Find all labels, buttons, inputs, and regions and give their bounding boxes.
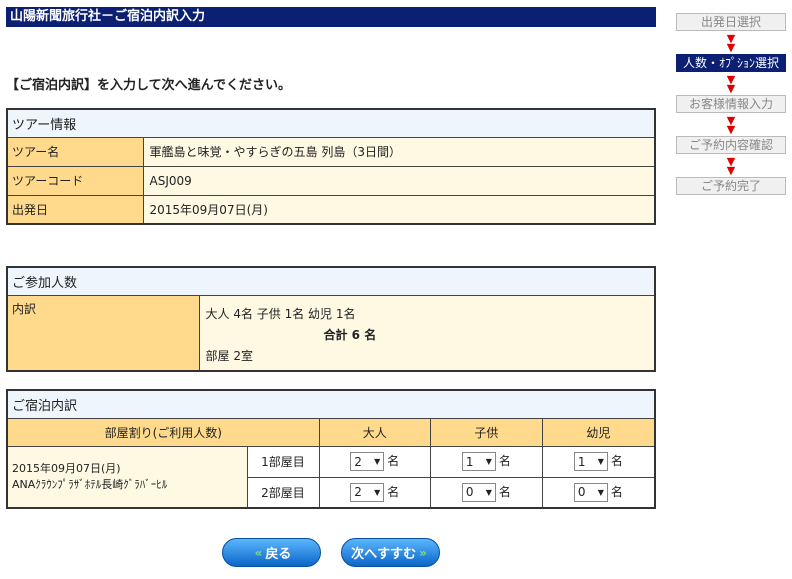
back-button[interactable]: « 戻る bbox=[222, 538, 321, 567]
next-button-label: 次へすすむ bbox=[351, 547, 417, 562]
table-row: 内訳 大人 4名 子供 1名 幼児 1名 合計 6 名 部屋 2室 bbox=[6, 294, 656, 372]
total-text: 合計 6 名 bbox=[323, 327, 377, 342]
stay-date-hotel-cell: 2015年09月07日(月) ANAｸﾗｳﾝﾌﾟﾗｻﾞﾎﾃﾙ長崎ｸﾞﾗﾊﾞｰﾋﾙ bbox=[6, 445, 248, 509]
tour-info-table: ツアー情報 ツアー名 軍艦島と味覚・やすらぎの五島 列島（3日間） ツアーコード… bbox=[6, 108, 656, 225]
unit-label: 名 bbox=[610, 454, 623, 468]
unit-label: 名 bbox=[387, 454, 400, 468]
room-2-infant-select[interactable]: 0 ▼ bbox=[573, 482, 608, 502]
child-header: 子供 bbox=[430, 417, 543, 447]
step-customer-info: お客様情報入力 bbox=[676, 95, 786, 113]
selected-value: 2 bbox=[354, 485, 362, 500]
unit-label: 名 bbox=[387, 484, 400, 499]
step-complete: ご予約完了 bbox=[676, 177, 786, 195]
tour-name-label: ツアー名 bbox=[6, 136, 144, 167]
tour-info-heading: ツアー情報 bbox=[6, 108, 656, 138]
infant-header: 幼児 bbox=[541, 417, 656, 447]
down-arrow-icon: ▼ ▼ bbox=[726, 113, 736, 136]
selected-value: 1 bbox=[577, 454, 586, 469]
down-arrow-icon: ▼ ▼ bbox=[726, 154, 736, 177]
breakdown-label: 内訳 bbox=[6, 294, 200, 372]
table-row: ツアー名 軍艦島と味覚・やすらぎの五島 列島（3日間） bbox=[6, 136, 656, 167]
participants-heading: ご参加人数 bbox=[6, 266, 656, 296]
room-2-child-select[interactable]: 0 ▼ bbox=[461, 482, 496, 502]
departure-date-value: 2015年09月07日(月) bbox=[142, 194, 656, 225]
step-confirm: ご予約内容確認 bbox=[676, 136, 786, 154]
room-allocation-header: 部屋割り(ご利用人数) bbox=[6, 417, 320, 447]
selected-value: 0 bbox=[465, 485, 474, 500]
instruction-text: 【ご宿泊内訳】を入力して次へ進んでください。 bbox=[6, 78, 291, 93]
unit-label: 名 bbox=[498, 454, 511, 468]
table-row: ツアーコード ASJ009 bbox=[6, 165, 656, 196]
selected-value: 0 bbox=[577, 485, 586, 500]
unit-label: 名 bbox=[610, 484, 623, 499]
departure-date-label: 出発日 bbox=[6, 194, 144, 225]
selected-value: 2 bbox=[354, 454, 362, 469]
stay-breakdown-table: ご宿泊内訳 部屋割り(ご利用人数) 大人 子供 幼児 2015年09月07日(月… bbox=[6, 389, 656, 509]
breakdown-cell: 大人 4名 子供 1名 幼児 1名 合計 6 名 部屋 2室 bbox=[198, 294, 656, 372]
back-button-label: 戻る bbox=[265, 547, 292, 562]
room-1-label: 1部屋目 bbox=[246, 445, 320, 478]
chevron-down-icon: ▼ bbox=[597, 457, 604, 466]
chevron-down-icon: ▼ bbox=[374, 457, 381, 466]
progress-steps: 出発日選択 ▼ ▼ 人数・ｵﾌﾟｼｮﾝ選択 ▼ ▼ お客様情報入力 ▼ ▼ ご予約内容… bbox=[676, 13, 786, 195]
step-departure-date: 出発日選択 bbox=[676, 13, 786, 31]
selected-value: 1 bbox=[465, 454, 474, 469]
page-title: 山陽新聞旅行社－ご宿泊内訳入力 bbox=[6, 7, 656, 27]
down-arrow-icon: ▼ ▼ bbox=[726, 72, 736, 95]
double-chevron-left-icon: « bbox=[254, 545, 263, 560]
down-arrow-icon: ▼ ▼ bbox=[726, 31, 736, 54]
hotel-name: ANAｸﾗｳﾝﾌﾟﾗｻﾞﾎﾃﾙ長崎ｸﾞﾗﾊﾞｰﾋﾙ bbox=[12, 477, 168, 491]
chevron-down-icon: ▼ bbox=[485, 457, 492, 466]
room-1-infant-select[interactable]: 1 ▼ bbox=[573, 452, 608, 471]
tour-code-value: ASJ009 bbox=[142, 165, 656, 196]
double-chevron-right-icon: » bbox=[419, 545, 427, 560]
breakdown-text: 大人 4名 子供 1名 幼児 1名 bbox=[205, 306, 356, 321]
room-count-text: 部屋 2室 bbox=[205, 348, 253, 363]
tour-code-label: ツアーコード bbox=[6, 165, 144, 196]
room-1-child-select[interactable]: 1 ▼ bbox=[461, 452, 496, 471]
next-button[interactable]: 次へすすむ » bbox=[341, 538, 440, 567]
chevron-down-icon: ▼ bbox=[485, 487, 492, 497]
step-people-options: 人数・ｵﾌﾟｼｮﾝ選択 bbox=[676, 54, 786, 72]
room-2-adult-select[interactable]: 2 ▼ bbox=[350, 482, 385, 502]
chevron-down-icon: ▼ bbox=[597, 487, 604, 497]
table-row: 2015年09月07日(月) ANAｸﾗｳﾝﾌﾟﾗｻﾞﾎﾃﾙ長崎ｸﾞﾗﾊﾞｰﾋﾙ… bbox=[6, 445, 656, 509]
room-1-adult-select[interactable]: 2 ▼ bbox=[350, 452, 385, 471]
room-2-label: 2部屋目 bbox=[246, 476, 320, 509]
table-row: 出発日 2015年09月07日(月) bbox=[6, 194, 656, 225]
chevron-down-icon: ▼ bbox=[374, 487, 381, 497]
unit-label: 名 bbox=[498, 484, 511, 499]
participants-table: ご参加人数 内訳 大人 4名 子供 1名 幼児 1名 合計 6 名 部屋 2室 bbox=[6, 266, 656, 372]
tour-name-value: 軍艦島と味覚・やすらぎの五島 列島（3日間） bbox=[142, 136, 656, 167]
stay-heading: ご宿泊内訳 bbox=[6, 389, 656, 419]
adult-header: 大人 bbox=[318, 417, 432, 447]
stay-date: 2015年09月07日(月) bbox=[12, 461, 121, 475]
